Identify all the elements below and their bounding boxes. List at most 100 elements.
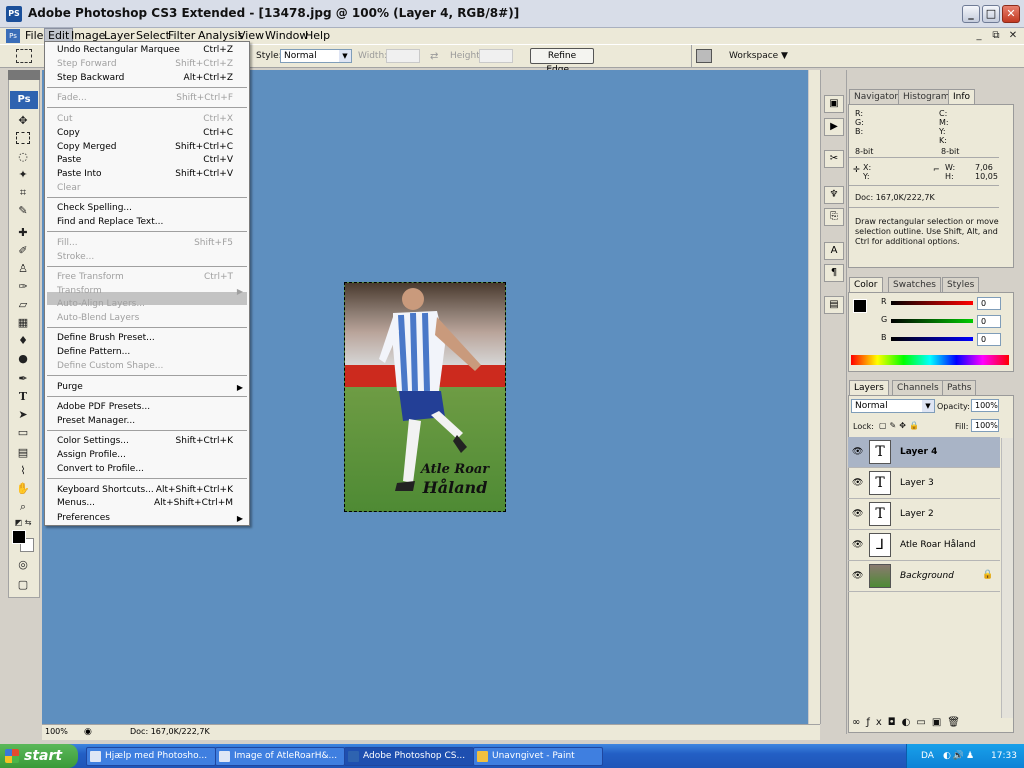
type-tool-icon[interactable]: T (13, 390, 33, 404)
tools-dock-icon[interactable]: ✂ (824, 150, 844, 168)
workspace-menu[interactable]: Workspace ▼ (729, 51, 788, 61)
foreground-color-swatch[interactable] (853, 299, 867, 313)
color-spectrum-bar[interactable] (851, 355, 1009, 365)
red-value[interactable]: 0 (977, 297, 1001, 310)
taskbar-item-image[interactable]: Image of AtleRoarH&... (215, 747, 345, 766)
tab-swatches[interactable]: Swatches (888, 277, 941, 292)
toolbox-grip[interactable] (8, 70, 40, 80)
paragraph-dock-icon[interactable]: ¶ (824, 264, 844, 282)
crop-tool-icon[interactable]: ⌗ (13, 186, 33, 200)
eye-icon[interactable]: 👁 (852, 571, 863, 581)
navigator-dock-icon[interactable]: ▣ (824, 95, 844, 113)
swap-colors-icon[interactable]: ◩ ⇆ (13, 516, 33, 530)
menu-item-copy[interactable]: Copy Ctrl+C (57, 127, 247, 140)
menu-item-find-replace[interactable]: Find and Replace Text... (57, 216, 247, 229)
notes-tool-icon[interactable]: ▤ (13, 446, 33, 460)
language-indicator[interactable]: DA (921, 744, 934, 768)
menu-item-menus[interactable]: Menus... Alt+Shift+Ctrl+M (57, 497, 247, 510)
doc-minimize-button[interactable]: _ (972, 29, 986, 42)
tray-icons[interactable]: ◐🔊♟ (943, 744, 976, 768)
menu-item-purge[interactable]: Purge ▶ (57, 381, 247, 394)
menu-item-define-custom-shape[interactable]: Define Custom Shape... (57, 360, 247, 373)
foreground-color-front[interactable] (12, 530, 26, 544)
move-tool-icon[interactable]: ✥ (13, 114, 33, 128)
menu-item-paste-into[interactable]: Paste Into Shift+Ctrl+V (57, 168, 247, 181)
character-dock-icon[interactable]: A (824, 242, 844, 260)
actions-dock-icon[interactable]: ▶ (824, 118, 844, 136)
quick-mask-icon[interactable]: ◎ (13, 558, 33, 572)
document-image[interactable]: Atle Roar Håland (344, 282, 506, 512)
menu-item-copy-merged[interactable]: Copy Merged Shift+Ctrl+C (57, 141, 247, 154)
menu-item-stroke[interactable]: Stroke... (57, 251, 247, 264)
tool-presets-icon[interactable] (696, 49, 712, 63)
menu-item-define-pattern[interactable]: Define Pattern... (57, 346, 247, 359)
tab-styles[interactable]: Styles (942, 277, 980, 292)
tab-info[interactable]: Info (948, 89, 976, 104)
fill-value[interactable]: 100% (971, 419, 999, 432)
maximize-button[interactable]: □ (982, 5, 1000, 23)
menu-item-color-settings[interactable]: Color Settings... Shift+Ctrl+K (57, 435, 247, 448)
minimize-button[interactable]: _ (962, 5, 980, 23)
green-value[interactable]: 0 (977, 315, 1001, 328)
eye-icon[interactable]: 👁 (852, 509, 863, 519)
clone-stamp-tool-icon[interactable]: ♙ (13, 262, 33, 276)
photoshop-app-icon[interactable]: PS (6, 6, 22, 22)
width-input[interactable] (386, 49, 420, 63)
taskbar-item-photoshop[interactable]: Adobe Photoshop CS... (344, 747, 474, 766)
opacity-value[interactable]: 100% (971, 399, 999, 412)
zoom-level[interactable]: 100% (45, 724, 68, 740)
vertical-scrollbar[interactable] (808, 70, 820, 724)
gradient-tool-icon[interactable]: ▦ (13, 316, 33, 330)
brushes-dock-icon[interactable]: ♆ (824, 186, 844, 204)
swap-arrows-icon[interactable]: ⇄ (430, 51, 438, 62)
menu-item-keyboard-shortcuts[interactable]: Keyboard Shortcuts... Alt+Shift+Ctrl+K (57, 484, 247, 497)
path-selection-tool-icon[interactable]: ➤ (13, 408, 33, 422)
layers-scrollbar[interactable] (1001, 438, 1013, 718)
tab-channels[interactable]: Channels (892, 380, 944, 395)
eyedropper-tool-icon[interactable]: ⌇ (13, 464, 33, 478)
healing-brush-tool-icon[interactable]: ✚ (13, 226, 33, 240)
menu-item-fill[interactable]: Fill... Shift+F5 (57, 237, 247, 250)
lock-options-icons[interactable]: ▢✎✥🔒 (879, 421, 922, 430)
brush-tool-icon[interactable]: ✐ (13, 244, 33, 258)
layer-row-atle-roar-haland[interactable]: 👁 ⅃ Atle Roar Håland (848, 530, 1000, 561)
green-slider[interactable] (891, 319, 973, 323)
menu-item-paste[interactable]: Paste Ctrl+V (57, 154, 247, 167)
menu-item-cut[interactable]: Cut Ctrl+X (57, 113, 247, 126)
status-menu-icon[interactable]: ◉ (84, 724, 92, 740)
lasso-tool-icon[interactable]: ◌ (13, 150, 33, 164)
layer-row-layer-4[interactable]: 👁 T Layer 4 (848, 437, 1000, 468)
document-icon[interactable]: Ps (6, 29, 20, 43)
menu-help[interactable]: Help (302, 28, 333, 44)
menu-item-define-brush[interactable]: Define Brush Preset... (57, 332, 247, 345)
blur-tool-icon[interactable]: ♦ (13, 334, 33, 348)
magic-wand-tool-icon[interactable]: ✦ (13, 168, 33, 182)
rectangular-marquee-tool-icon[interactable] (16, 132, 30, 144)
red-slider[interactable] (891, 301, 973, 305)
style-select[interactable]: Normal ▼ (280, 49, 352, 63)
slice-tool-icon[interactable]: ✎ (13, 204, 33, 218)
doc-close-button[interactable]: ✕ (1006, 29, 1020, 42)
menu-item-auto-align[interactable]: Auto-Align Layers... (57, 298, 247, 311)
menu-item-undo[interactable]: Undo Rectangular Marquee Ctrl+Z (57, 44, 247, 57)
menu-item-transform[interactable]: Transform ▶ (57, 285, 247, 298)
tab-navigator[interactable]: Navigator (849, 89, 904, 104)
zoom-tool-icon[interactable]: ⌕ (13, 500, 33, 514)
eye-icon[interactable]: 👁 (852, 447, 863, 457)
menu-item-preset-manager[interactable]: Preset Manager... (57, 415, 247, 428)
menu-item-step-forward[interactable]: Step Forward Shift+Ctrl+Z (57, 58, 247, 71)
hand-tool-icon[interactable]: ✋ (13, 482, 33, 496)
clock[interactable]: 17:33 (991, 744, 1017, 768)
screen-mode-icon[interactable]: ▢ (13, 578, 33, 592)
menu-item-convert-profile[interactable]: Convert to Profile... (57, 463, 247, 476)
menu-item-auto-blend[interactable]: Auto-Blend Layers (57, 312, 247, 325)
tab-paths[interactable]: Paths (942, 380, 977, 395)
photoshop-logo[interactable]: Ps (10, 91, 38, 109)
blue-value[interactable]: 0 (977, 333, 1001, 346)
menu-item-step-backward[interactable]: Step Backward Alt+Ctrl+Z (57, 72, 247, 85)
layer-row-layer-3[interactable]: 👁 T Layer 3 (848, 468, 1000, 499)
tab-color[interactable]: Color (849, 277, 883, 292)
eye-icon[interactable]: 👁 (852, 478, 863, 488)
menu-item-pdf-presets[interactable]: Adobe PDF Presets... (57, 401, 247, 414)
tab-histogram[interactable]: Histogram (898, 89, 955, 104)
